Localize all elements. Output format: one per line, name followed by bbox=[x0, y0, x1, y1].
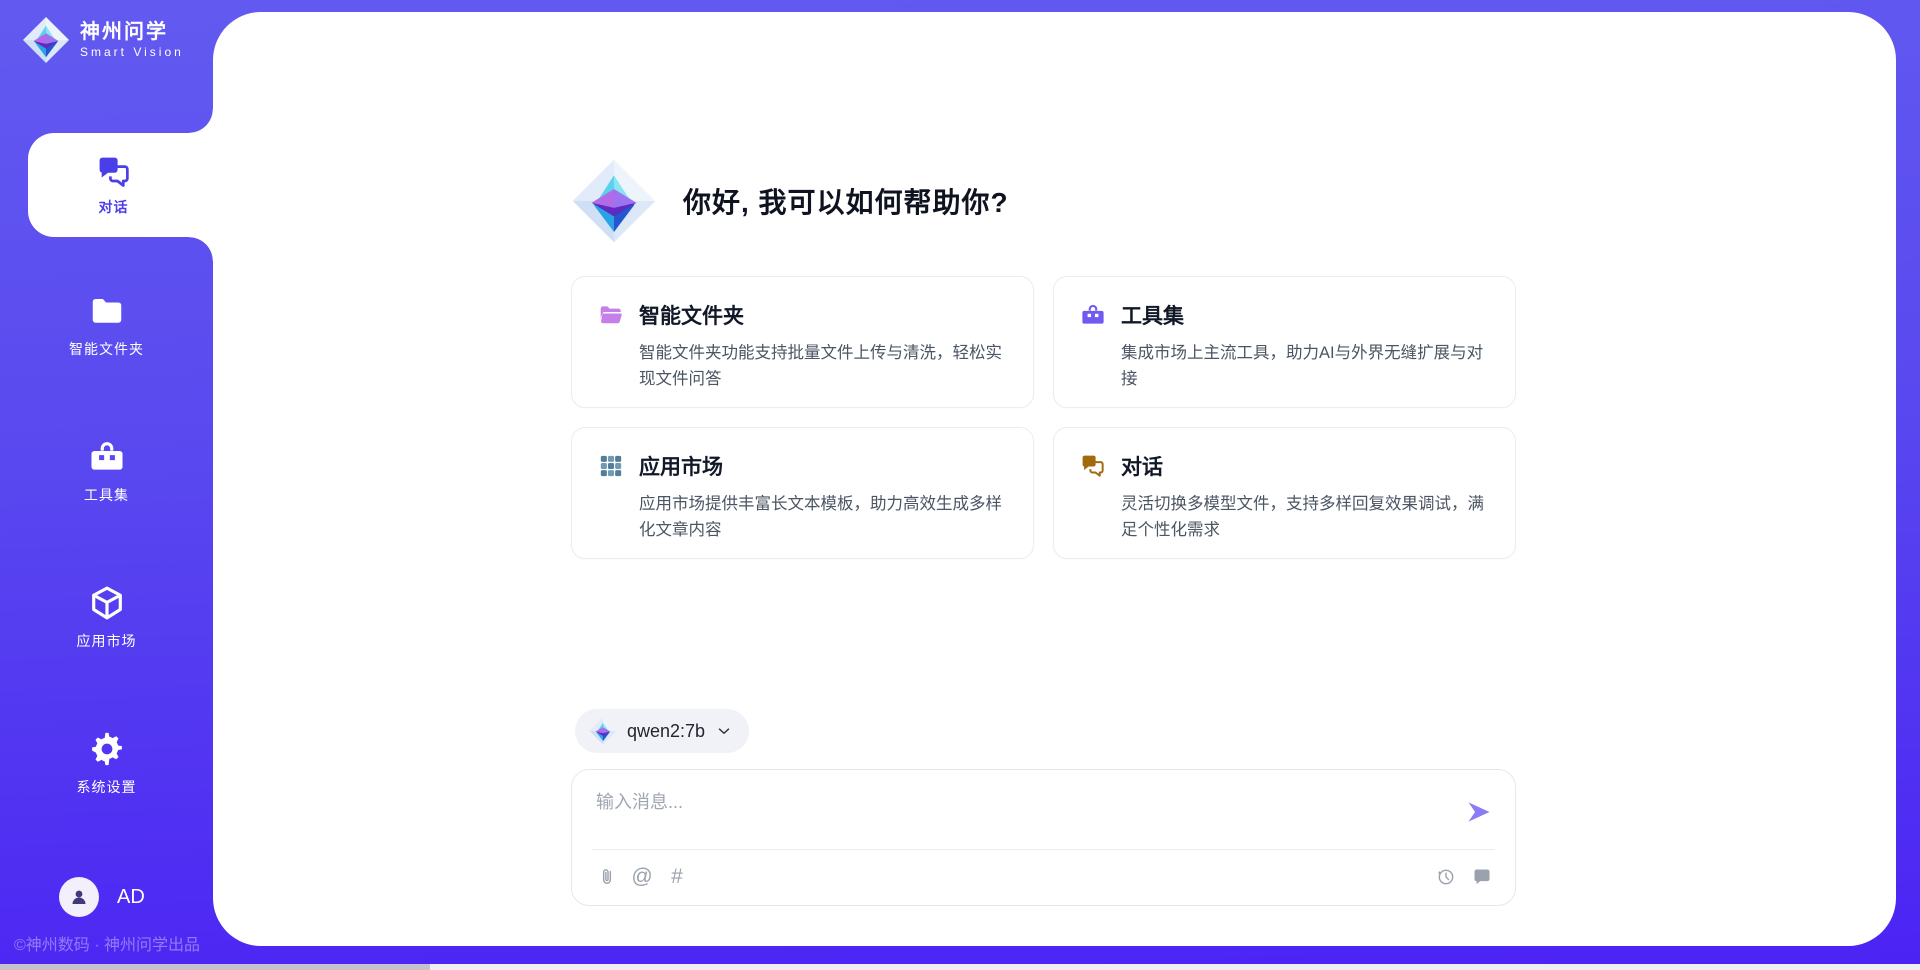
model-name: qwen2:7b bbox=[627, 721, 705, 742]
avatar bbox=[59, 877, 99, 917]
attach-button[interactable] bbox=[596, 864, 618, 890]
conversation-button[interactable] bbox=[1471, 864, 1493, 890]
brand-diamond-icon bbox=[22, 16, 70, 64]
assistant-logo-icon bbox=[571, 158, 657, 244]
brand-logo: 神州问学 Smart Vision bbox=[22, 16, 184, 64]
copyright-text: ©神州数码 · 神州问学出品 bbox=[14, 931, 200, 955]
tab-fillet-top bbox=[189, 109, 213, 133]
card-description: 应用市场提供丰富长文本模板，助力高效生成多样化文章内容 bbox=[639, 491, 1007, 543]
greeting-title: 你好, 我可以如何帮助你? bbox=[683, 181, 1009, 221]
tab-fillet-bottom bbox=[189, 237, 213, 261]
folder-icon bbox=[88, 292, 126, 330]
paperclip-icon bbox=[597, 867, 617, 887]
card-toolset[interactable]: 工具集 集成市场上主流工具，助力AI与外界无缝扩展与对接 bbox=[1053, 276, 1516, 408]
model-logo-icon bbox=[589, 717, 617, 745]
feature-cards: 智能文件夹 智能文件夹功能支持批量文件上传与清洗，轻松实现文件问答 工具集 集成… bbox=[571, 276, 1516, 559]
chat-icon bbox=[1080, 453, 1106, 479]
user-account[interactable]: AD bbox=[59, 877, 145, 917]
chevron-down-icon bbox=[715, 722, 733, 740]
card-title: 工具集 bbox=[1121, 300, 1184, 330]
card-title: 智能文件夹 bbox=[639, 300, 744, 330]
card-description: 智能文件夹功能支持批量文件上传与清洗，轻松实现文件问答 bbox=[639, 340, 1007, 392]
card-smart-folder[interactable]: 智能文件夹 智能文件夹功能支持批量文件上传与清洗，轻松实现文件问答 bbox=[571, 276, 1034, 408]
message-composer: @ # bbox=[571, 769, 1516, 906]
message-input[interactable] bbox=[596, 788, 1416, 840]
sidebar-item-settings[interactable]: 系统设置 bbox=[0, 730, 213, 797]
hashtag-button[interactable]: # bbox=[666, 864, 688, 890]
sidebar-item-label: 工具集 bbox=[0, 485, 213, 505]
sidebar-item-label: 应用市场 bbox=[0, 631, 213, 651]
sidebar-item-label: 智能文件夹 bbox=[0, 339, 213, 359]
user-icon bbox=[67, 885, 91, 909]
toolbox-icon bbox=[88, 438, 126, 476]
user-name: AD bbox=[117, 886, 145, 909]
send-icon[interactable] bbox=[1465, 798, 1493, 826]
mention-button[interactable]: @ bbox=[631, 864, 653, 890]
sidebar-item-label: 系统设置 bbox=[0, 777, 213, 797]
toolbox-icon bbox=[1080, 302, 1106, 328]
sidebar-item-chat[interactable]: 对话 bbox=[28, 133, 213, 237]
greeting: 你好, 我可以如何帮助你? bbox=[571, 158, 1009, 244]
composer-toolbar: @ # bbox=[596, 862, 1493, 892]
sidebar-item-app-market[interactable]: 应用市场 bbox=[0, 584, 213, 651]
chat-icon bbox=[96, 154, 132, 190]
brand-name-cn: 神州问学 bbox=[80, 21, 184, 43]
sidebar-item-toolset[interactable]: 工具集 bbox=[0, 438, 213, 505]
composer-divider bbox=[592, 849, 1495, 850]
model-selector[interactable]: qwen2:7b bbox=[575, 709, 749, 753]
chat-bubble-icon bbox=[1472, 867, 1492, 887]
card-title: 应用市场 bbox=[639, 451, 723, 481]
gear-icon bbox=[88, 730, 126, 768]
sidebar-item-label: 对话 bbox=[99, 197, 129, 217]
brand-name-en: Smart Vision bbox=[80, 46, 184, 59]
app-root: 神州问学 Smart Vision 对话 智能文件夹 工具集 应用市场 系统设置 bbox=[0, 0, 1920, 970]
card-chat[interactable]: 对话 灵活切换多模型文件，支持多样回复效果调试，满足个性化需求 bbox=[1053, 427, 1516, 559]
card-title: 对话 bbox=[1121, 451, 1163, 481]
card-description: 灵活切换多模型文件，支持多样回复效果调试，满足个性化需求 bbox=[1121, 491, 1489, 543]
card-app-market[interactable]: 应用市场 应用市场提供丰富长文本模板，助力高效生成多样化文章内容 bbox=[571, 427, 1034, 559]
app-grid-icon bbox=[598, 453, 624, 479]
cube-icon bbox=[88, 584, 126, 622]
history-button[interactable] bbox=[1435, 864, 1457, 890]
scrollbar-thumb[interactable] bbox=[0, 964, 430, 970]
sidebar-item-smart-folder[interactable]: 智能文件夹 bbox=[0, 292, 213, 359]
folder-open-icon bbox=[598, 302, 624, 328]
card-description: 集成市场上主流工具，助力AI与外界无缝扩展与对接 bbox=[1121, 340, 1489, 392]
history-clock-icon bbox=[1436, 867, 1456, 887]
horizontal-scrollbar[interactable] bbox=[0, 964, 1920, 970]
